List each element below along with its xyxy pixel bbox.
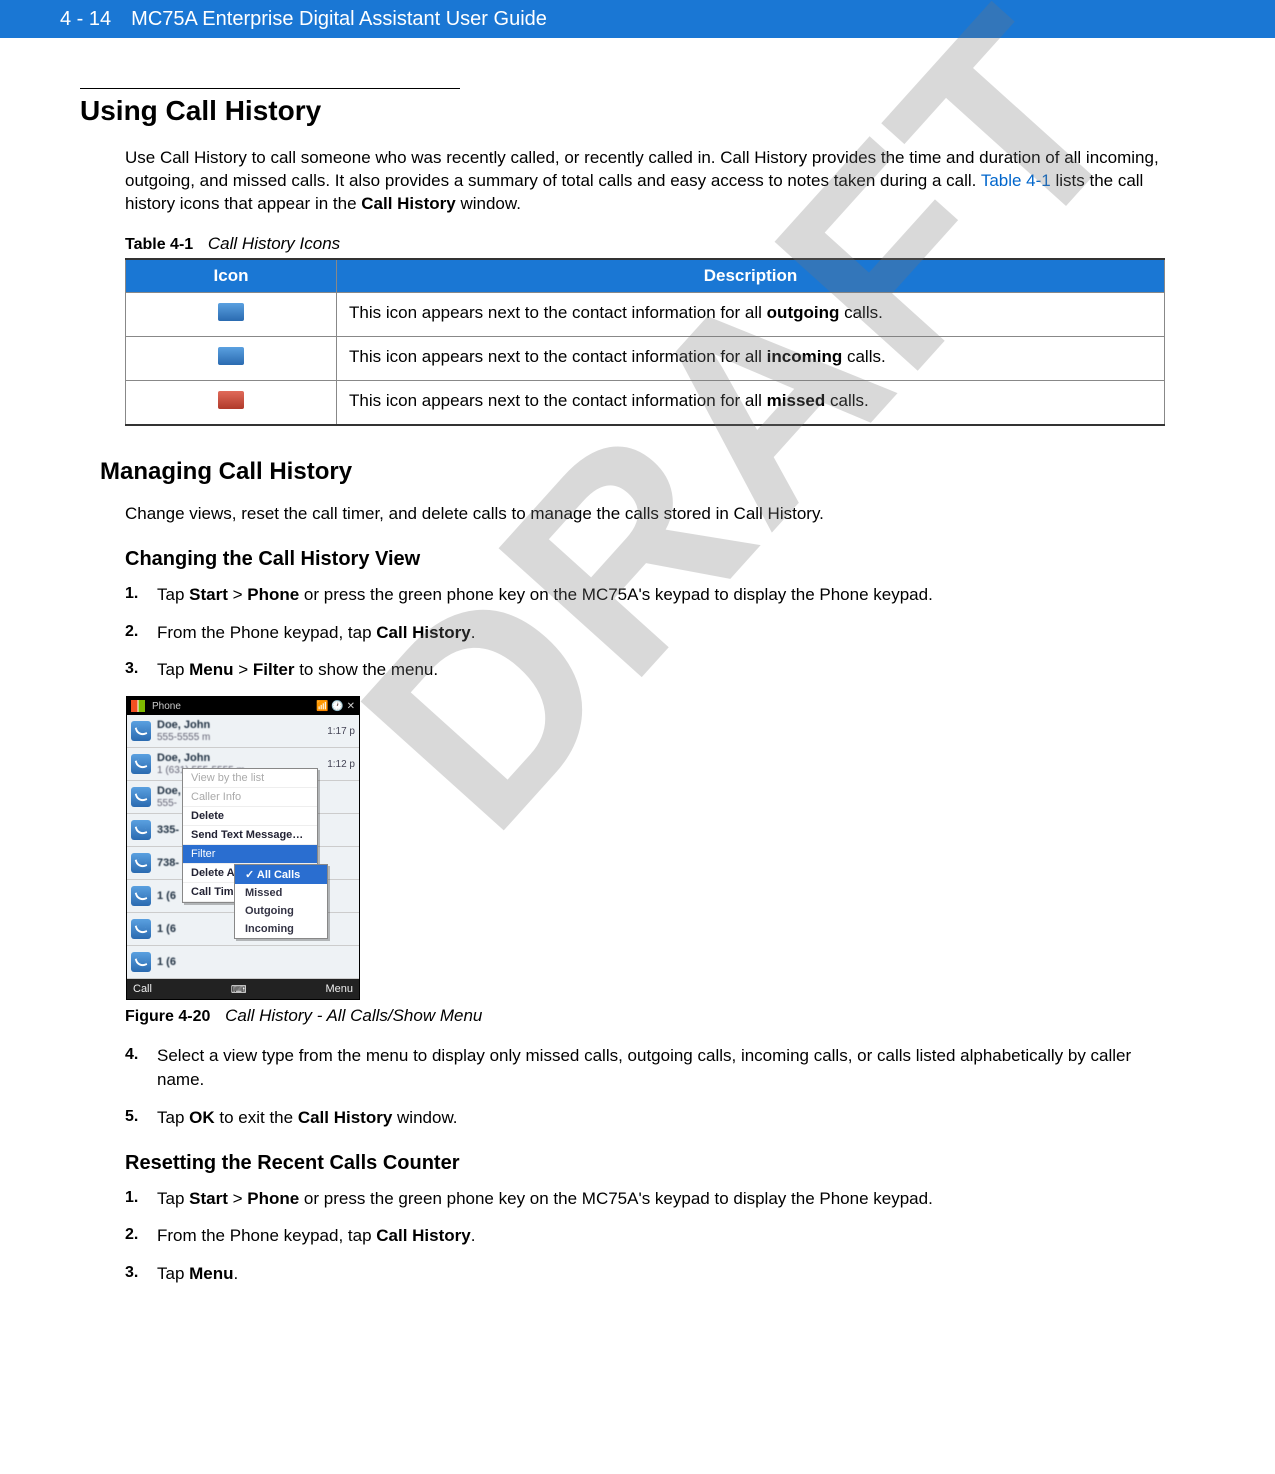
device-softkeys: Call ⌨ Menu [127,979,359,999]
call-icon [131,919,151,939]
outgoing-call-icon [218,303,244,321]
table-row: This icon appears next to the contact in… [126,292,1165,336]
step: Tap Menu > Filter to show the menu. [125,658,1165,682]
call-history-icons-table: Icon Description This icon appears next … [125,258,1165,426]
figure-label: Figure 4-20 [125,1008,210,1025]
step: Select a view type from the menu to disp… [125,1044,1165,1092]
figure-caption-text: Call History - All Calls/Show Menu [225,1006,482,1025]
step: Tap Menu. [125,1262,1165,1286]
step: From the Phone keypad, tap Call History. [125,1224,1165,1248]
table-caption-text: Call History Icons [208,234,340,253]
section-divider [80,88,460,89]
call-icon [131,787,151,807]
call-icon [131,820,151,840]
table-header-icon: Icon [126,259,337,293]
softkey-call: Call [133,983,152,995]
softkey-menu: Menu [325,983,353,995]
changing-view-steps-cont: Select a view type from the menu to disp… [125,1044,1165,1129]
table-label: Table 4-1 [125,236,193,253]
call-icon [131,952,151,972]
call-icon [131,721,151,741]
page-header: 4 - 14 MC75A Enterprise Digital Assistan… [0,0,1275,38]
section-intro: Use Call History to call someone who was… [125,147,1165,216]
page-number: 4 - 14 [60,8,111,31]
call-icon [131,754,151,774]
menu-filter: Filter [183,845,317,864]
windows-logo-icon [131,700,145,712]
table-caption: Table 4-1 Call History Icons [125,234,1165,254]
figure-screenshot: Phone 📶 🕐 ✕ Doe, John555-5555 m1:17 p Do… [126,696,1165,1000]
filter-submenu: All Calls Missed Outgoing Incoming [234,864,328,939]
table-ref-link[interactable]: Table 4-1 [981,171,1051,190]
changing-view-title: Changing the Call History View [125,548,1165,571]
call-icon [131,853,151,873]
table-row: This icon appears next to the contact in… [126,380,1165,425]
table-header-description: Description [337,259,1165,293]
call-history-row: Doe, John555-5555 m1:17 p [127,715,359,748]
resetting-title: Resetting the Recent Calls Counter [125,1152,1165,1175]
resetting-steps: Tap Start > Phone or press the green pho… [125,1187,1165,1286]
call-history-row: 1 (6 [127,946,359,979]
missed-call-icon [218,391,244,409]
table-row: This icon appears next to the contact in… [126,336,1165,380]
changing-view-steps: Tap Start > Phone or press the green pho… [125,583,1165,682]
call-icon [131,886,151,906]
figure-caption: Figure 4-20 Call History - All Calls/Sho… [125,1006,1165,1026]
page-content: Using Call History Use Call History to c… [0,88,1275,1340]
guide-title: MC75A Enterprise Digital Assistant User … [131,8,547,31]
section-title: Using Call History [80,95,1165,127]
managing-title: Managing Call History [100,458,1165,486]
incoming-call-icon [218,347,244,365]
step: Tap OK to exit the Call History window. [125,1106,1165,1130]
managing-intro: Change views, reset the call timer, and … [125,503,1165,526]
step: From the Phone keypad, tap Call History. [125,621,1165,645]
submenu-all-calls: All Calls [235,865,327,884]
step: Tap Start > Phone or press the green pho… [125,583,1165,607]
step: Tap Start > Phone or press the green pho… [125,1187,1165,1211]
device-statusbar: Phone 📶 🕐 ✕ [127,697,359,715]
